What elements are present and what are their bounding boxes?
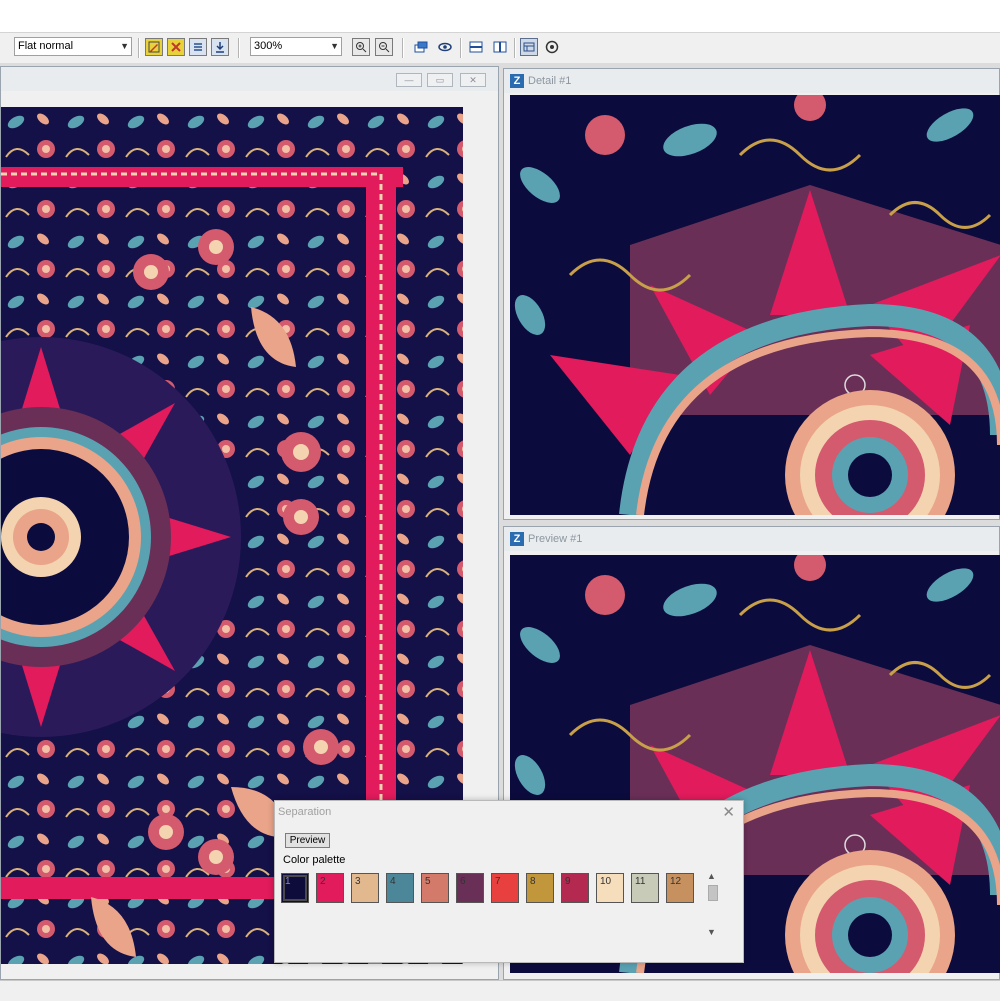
title-strip	[0, 0, 1000, 32]
render-mode-select[interactable]: Flat normal ▼	[14, 37, 132, 56]
detail-window: Z Detail #1	[503, 68, 1000, 520]
download-icon[interactable]	[211, 38, 229, 56]
detail-canvas[interactable]	[510, 95, 1000, 515]
zoom-value: 300%	[254, 40, 283, 52]
color-swatch[interactable]: 9	[561, 873, 589, 903]
color-swatch[interactable]: 11	[631, 873, 659, 903]
app-icon: Z	[510, 532, 524, 546]
color-swatch[interactable]: 10	[596, 873, 624, 903]
restore-icon[interactable]: ▭	[427, 73, 453, 87]
window-titlebar[interactable]: Z Detail #1	[504, 69, 999, 93]
chevron-down-icon: ▼	[120, 41, 129, 51]
color-swatch[interactable]: 1	[281, 873, 309, 903]
close-icon[interactable]: ✕	[722, 803, 735, 821]
color-swatch[interactable]: 7	[491, 873, 519, 903]
zoom-select[interactable]: 300% ▼	[250, 37, 342, 56]
color-swatch[interactable]: 3	[351, 873, 379, 903]
color-swatch[interactable]: 2	[316, 873, 344, 903]
toolbar-separator	[238, 38, 240, 58]
color-swatch[interactable]: 8	[526, 873, 554, 903]
color-swatch[interactable]: 6	[456, 873, 484, 903]
detail-pattern	[510, 95, 1000, 515]
list-icon[interactable]	[189, 38, 207, 56]
toolbar-separator	[402, 38, 404, 58]
preview-button[interactable]: Preview	[285, 833, 330, 848]
chevron-down-icon[interactable]: ▼	[707, 927, 716, 937]
windows-icon[interactable]	[412, 38, 430, 56]
scrollbar-thumb[interactable]	[708, 885, 718, 901]
status-bar	[0, 980, 1000, 1001]
dialog-title: Separation	[278, 806, 332, 818]
pencil-icon[interactable]	[145, 38, 163, 56]
color-swatch[interactable]: 12	[666, 873, 694, 903]
window-titlebar[interactable]: Z Preview #1	[504, 527, 999, 551]
render-mode-value: Flat normal	[18, 40, 74, 52]
minimize-icon[interactable]: —	[396, 73, 422, 87]
toolbar-separator	[514, 38, 516, 58]
color-palette: 1 2 3 4 5 6 7 8 9 10 11 12	[281, 871, 701, 941]
target-icon[interactable]	[543, 38, 561, 56]
toolbar-separator	[460, 38, 462, 58]
split-vertical-icon[interactable]	[491, 38, 509, 56]
window-title: Preview #1	[528, 533, 583, 545]
chevron-down-icon: ▼	[330, 41, 339, 51]
color-palette-label: Color palette	[283, 854, 346, 866]
color-swatch[interactable]: 5	[421, 873, 449, 903]
close-icon[interactable]: ✕	[460, 73, 486, 87]
eraser-icon[interactable]	[167, 38, 185, 56]
split-horizontal-icon[interactable]	[467, 38, 485, 56]
eye-icon[interactable]	[436, 38, 454, 56]
chevron-up-icon[interactable]: ▲	[707, 871, 716, 881]
zoom-out-icon[interactable]	[375, 38, 393, 56]
window-titlebar[interactable]: — ▭ ✕	[1, 67, 498, 91]
palette-scrollbar[interactable]: ▲ ▼	[705, 871, 721, 941]
window-title: Detail #1	[528, 75, 572, 87]
toolbar-separator	[138, 38, 140, 58]
separation-dialog: Separation ✕ Preview Color palette 12345…	[274, 800, 744, 963]
app-icon: Z	[510, 74, 524, 88]
zoom-in-icon[interactable]	[352, 38, 370, 56]
color-swatch[interactable]: 4	[386, 873, 414, 903]
grid-icon[interactable]	[520, 38, 538, 56]
toolbar: Flat normal ▼ 300% ▼	[0, 32, 1000, 64]
